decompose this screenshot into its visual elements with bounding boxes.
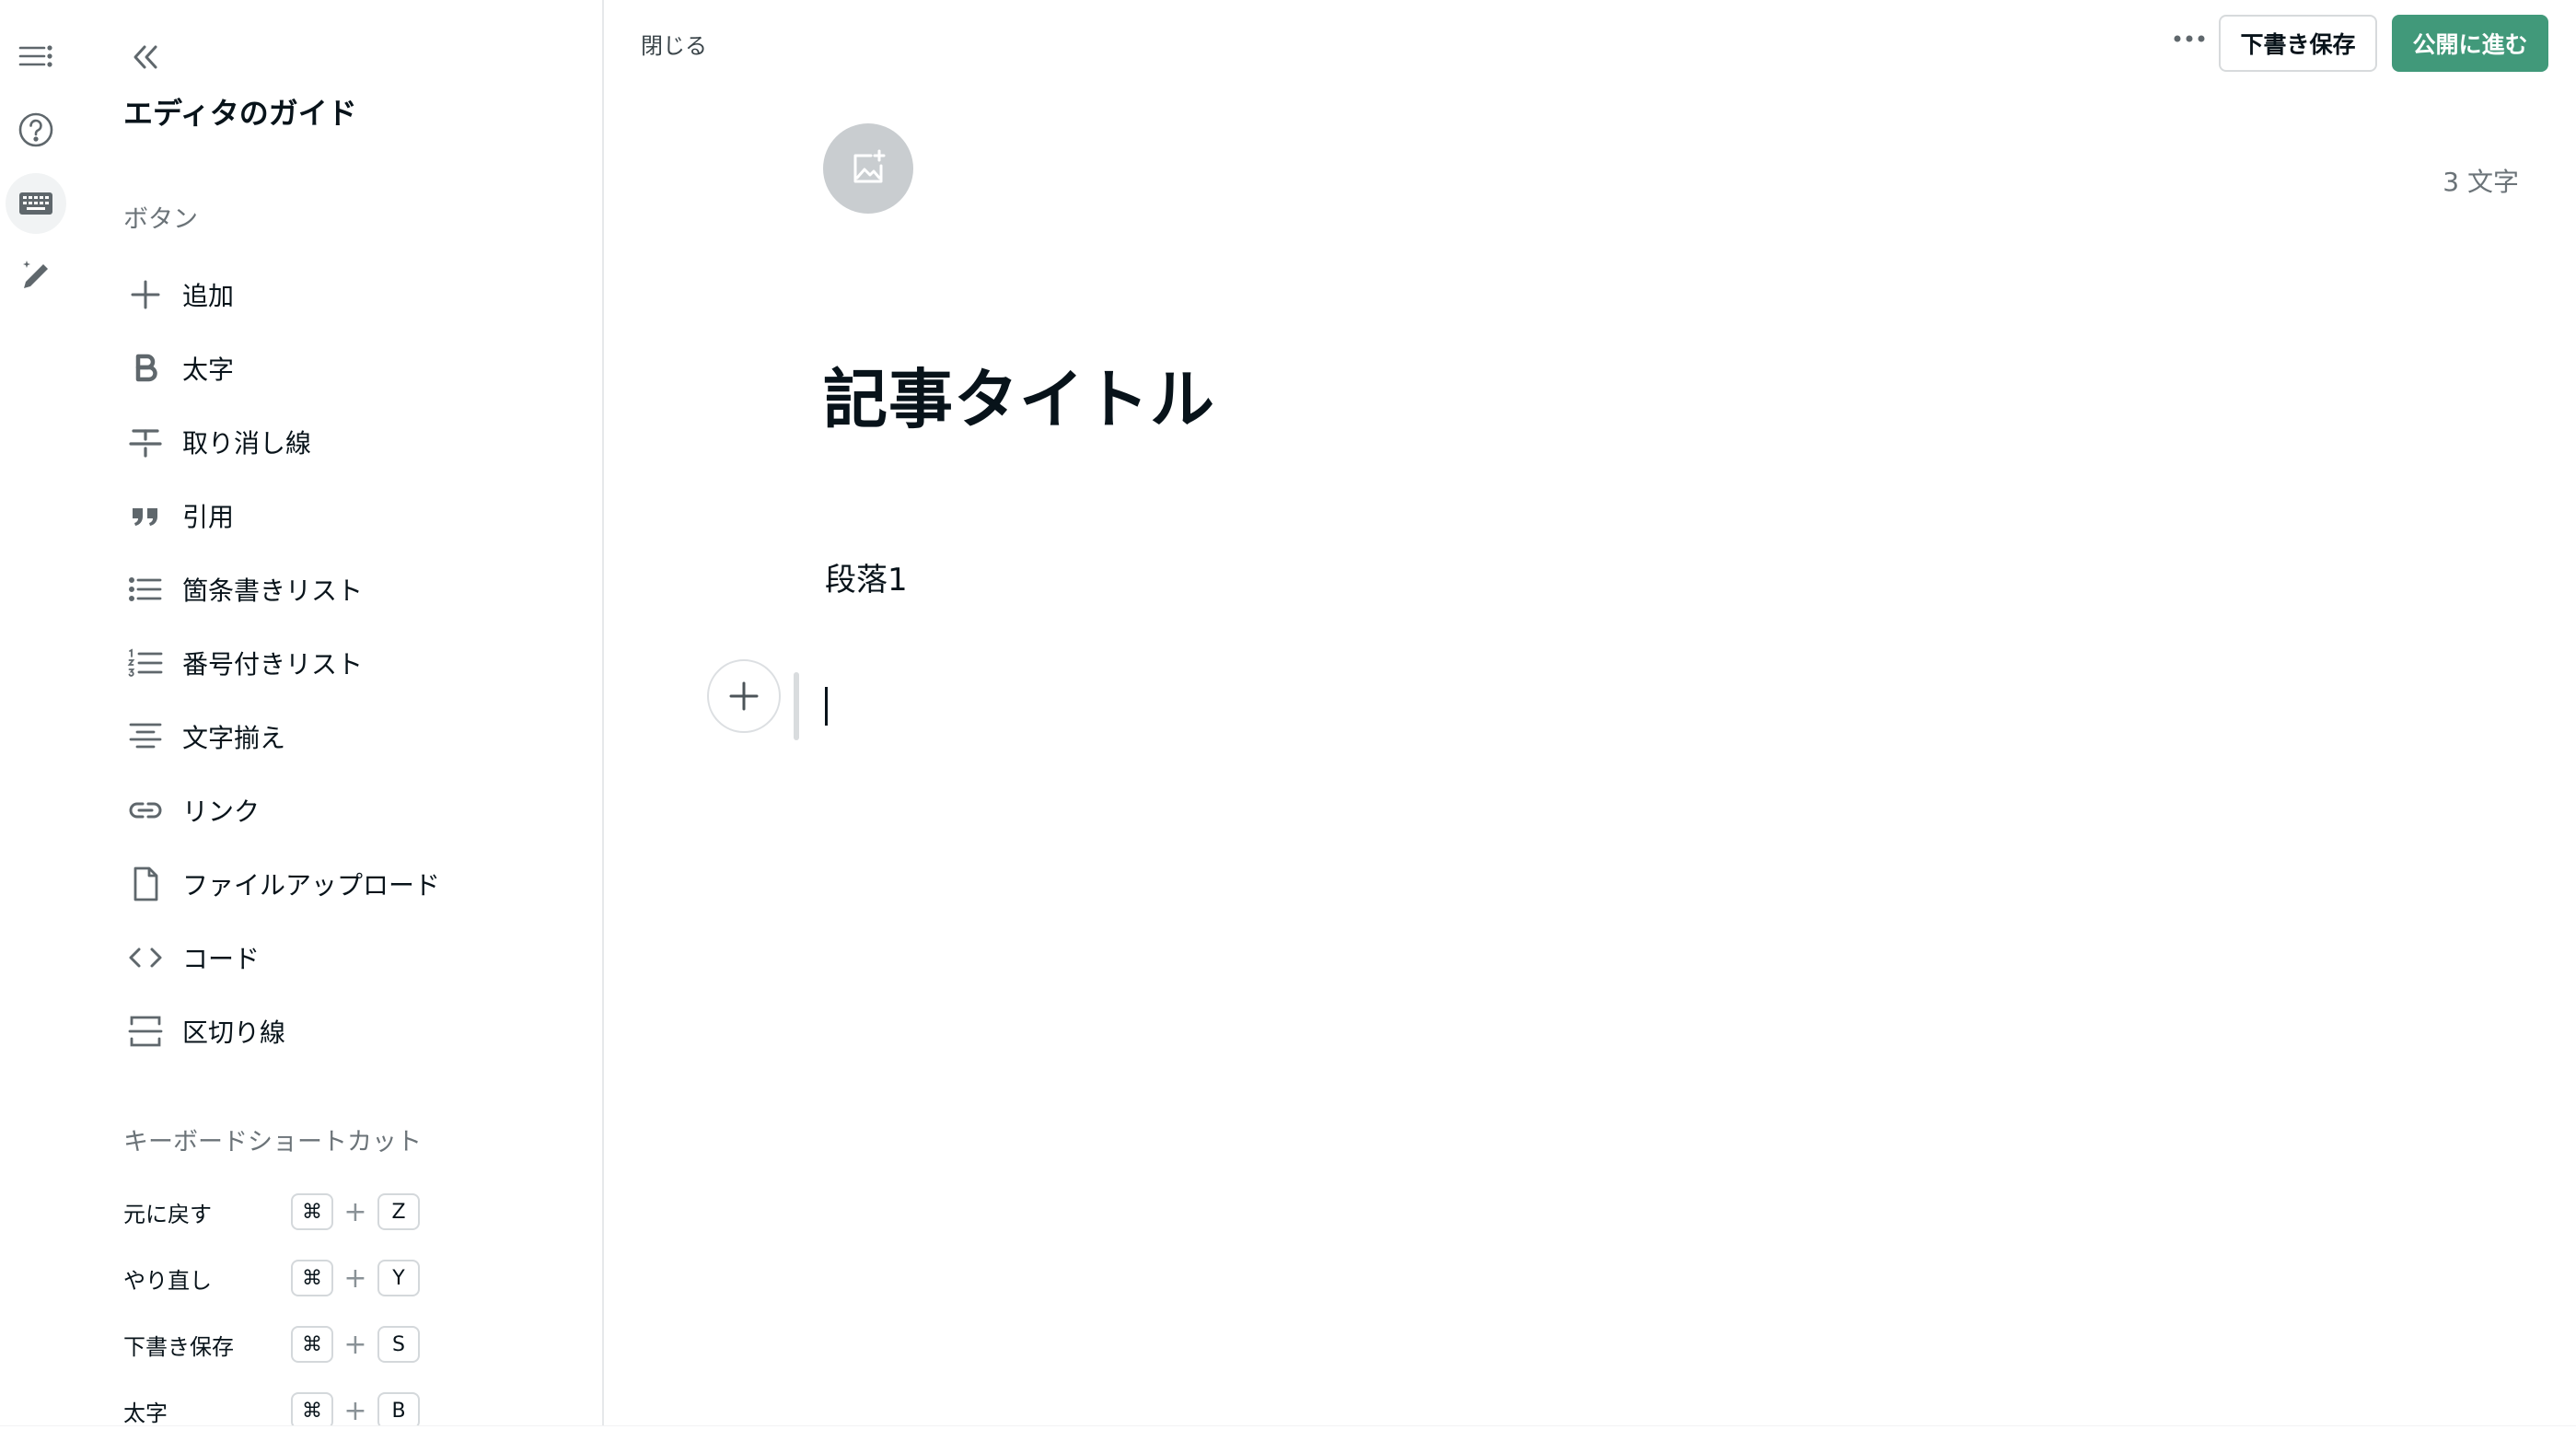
character-count: 3 文字 — [2443, 167, 2519, 197]
shortcut-label: 太字 — [123, 1400, 168, 1426]
article-title[interactable]: 記事タイトル — [823, 348, 1215, 441]
guide-item-numbered-list: 番号付きリスト — [123, 626, 584, 700]
button-guide-list: 追加 太字 取り消し線 引用 箇条書きリスト 番号付きリスト 文字揃え リンク — [123, 258, 584, 1068]
guide-item-label: 追加 — [182, 281, 235, 311]
guide-item-label: 番号付きリスト — [182, 649, 364, 680]
align-center-icon — [129, 723, 162, 749]
add-block-button[interactable] — [707, 659, 781, 733]
more-horizontal-icon — [2174, 35, 2205, 42]
add-image-icon — [853, 149, 886, 183]
shortcuts-section-heading: キーボードショートカット — [123, 1128, 422, 1157]
divider-icon — [128, 1016, 163, 1047]
plus-icon — [131, 280, 160, 309]
magic-pen-icon — [23, 261, 48, 288]
strikethrough-icon — [129, 429, 162, 458]
save-draft-button[interactable]: 下書き保存 — [2219, 15, 2377, 72]
command-key: ⌘ — [291, 1193, 333, 1230]
buttons-section-heading: ボタン — [123, 205, 198, 234]
collapse-panel-button[interactable] — [125, 37, 166, 77]
shortcut-row-undo: 元に戻す ⌘ + Z — [123, 1179, 584, 1245]
plus-separator: + — [343, 1195, 367, 1228]
empty-paragraph-input[interactable] — [819, 672, 2016, 727]
text-caret — [825, 687, 828, 726]
plus-separator: + — [343, 1328, 367, 1361]
guide-item-label: 太字 — [182, 355, 235, 385]
menu-icon — [18, 45, 52, 67]
file-icon — [133, 866, 158, 901]
guide-item-bold: 太字 — [123, 331, 584, 405]
guide-item-add: 追加 — [123, 258, 584, 331]
shortcut-key: Y — [377, 1260, 420, 1296]
guide-item-quote: 引用 — [123, 479, 584, 552]
guide-title: エディタのガイド — [123, 96, 357, 131]
keyboard-button[interactable] — [6, 173, 66, 234]
guide-item-label: 引用 — [182, 502, 235, 532]
bullet-list-icon — [129, 576, 162, 601]
guide-item-label: リンク — [182, 796, 261, 827]
shortcut-label: 元に戻す — [123, 1201, 212, 1227]
help-icon — [18, 112, 53, 147]
close-link[interactable]: 閉じる — [641, 28, 707, 60]
shortcut-label: 下書き保存 — [123, 1333, 234, 1360]
guide-item-file-upload: ファイルアップロード — [123, 847, 584, 921]
guide-item-strikethrough: 取り消し線 — [123, 405, 584, 479]
menu-button[interactable] — [6, 26, 66, 87]
quote-icon — [133, 508, 157, 526]
plus-separator: + — [343, 1261, 367, 1295]
icon-rail — [0, 0, 72, 1453]
guide-item-bullet-list: 箇条書きリスト — [123, 552, 584, 626]
plus-icon — [729, 681, 759, 711]
command-key: ⌘ — [291, 1260, 333, 1296]
command-key: ⌘ — [291, 1326, 333, 1363]
link-icon — [129, 802, 162, 819]
active-block-indicator — [794, 672, 799, 740]
help-button[interactable] — [6, 99, 66, 160]
guide-item-label: ファイルアップロード — [182, 870, 441, 901]
guide-item-align: 文字揃え — [123, 700, 584, 773]
bold-icon — [135, 354, 157, 382]
shortcut-key: S — [377, 1326, 420, 1363]
guide-item-label: 区切り線 — [182, 1017, 286, 1048]
numbered-list-icon — [127, 648, 163, 677]
plus-separator: + — [343, 1394, 367, 1427]
guide-item-label: 箇条書きリスト — [182, 575, 364, 606]
command-key: ⌘ — [291, 1392, 333, 1429]
guide-item-divider: 区切り線 — [123, 994, 584, 1068]
window-bottom-edge — [0, 1425, 2576, 1453]
code-icon — [129, 947, 162, 968]
shortcut-label: やり直し — [123, 1267, 212, 1294]
guide-item-label: 取り消し線 — [182, 428, 312, 459]
guide-item-code: コード — [123, 921, 584, 994]
publish-button[interactable]: 公開に進む — [2392, 15, 2548, 72]
paragraph-block[interactable]: 段落1 — [825, 554, 908, 599]
shortcut-key: B — [377, 1392, 420, 1429]
guide-item-label: コード — [182, 944, 261, 974]
guide-item-label: 文字揃え — [182, 723, 286, 753]
magic-pen-button[interactable] — [6, 245, 66, 306]
keyboard-icon — [19, 192, 52, 215]
more-options-button[interactable] — [2162, 18, 2217, 59]
shortcut-row-redo: やり直し ⌘ + Y — [123, 1245, 584, 1311]
add-cover-image-button[interactable] — [823, 123, 913, 214]
shortcut-list: 元に戻す ⌘ + Z やり直し ⌘ + Y 下書き保存 ⌘ + S 太字 ⌘ +… — [123, 1179, 584, 1444]
guide-item-link: リンク — [123, 773, 584, 847]
shortcut-row-save-draft: 下書き保存 ⌘ + S — [123, 1311, 584, 1377]
editor-guide-panel: エディタのガイド ボタン 追加 太字 取り消し線 引用 箇条書きリスト 番号付き… — [72, 0, 604, 1429]
double-chevron-left-icon — [133, 45, 157, 69]
shortcut-key: Z — [377, 1193, 420, 1230]
